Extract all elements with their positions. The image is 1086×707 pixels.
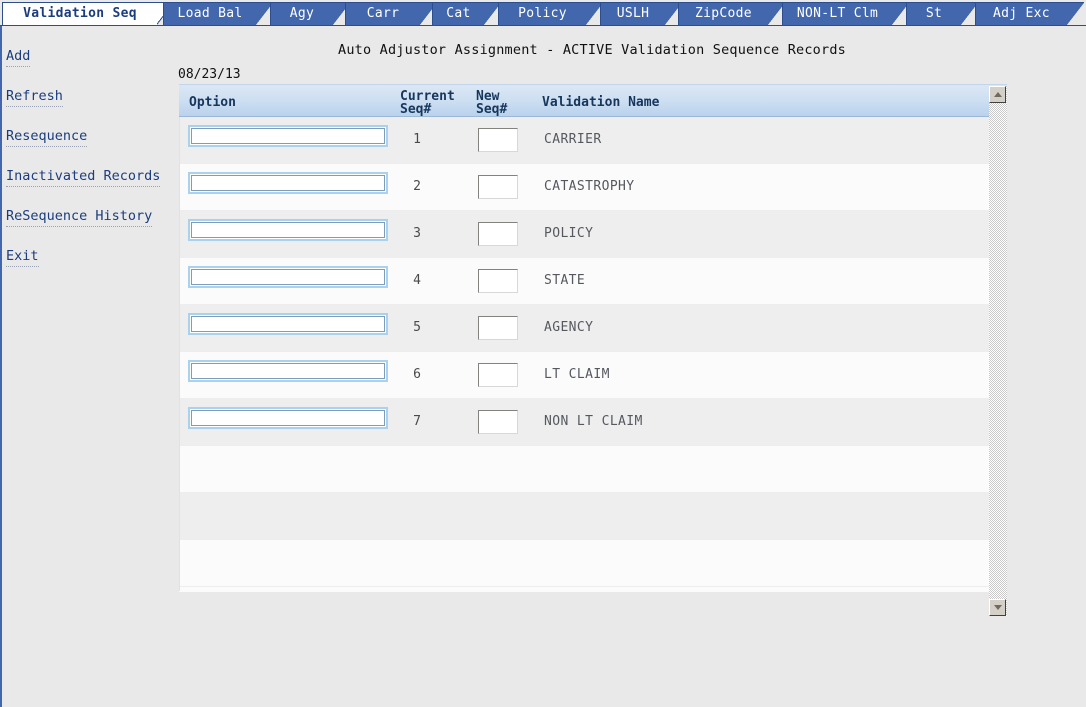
tab-label: Validation Seq bbox=[2, 2, 157, 25]
validation-name-value: POLICY bbox=[544, 226, 594, 241]
tab-label: ZipCode bbox=[678, 2, 768, 25]
tab-uslh[interactable]: USLH bbox=[600, 2, 682, 25]
new-seq-input[interactable] bbox=[478, 316, 518, 340]
option-dropdown[interactable] bbox=[188, 172, 388, 194]
sidebar-item-add[interactable]: Add bbox=[6, 48, 175, 88]
option-dropdown-value bbox=[191, 363, 385, 379]
option-dropdown-value bbox=[191, 410, 385, 426]
table-row: 3 POLICY bbox=[180, 211, 1007, 258]
current-seq-value: 1 bbox=[413, 132, 421, 147]
new-seq-input[interactable] bbox=[478, 128, 518, 152]
validation-name-value: STATE bbox=[544, 273, 586, 288]
column-header-new-seq: New Seq# bbox=[476, 90, 507, 116]
new-seq-input[interactable] bbox=[478, 269, 518, 293]
table-row-empty bbox=[180, 540, 1007, 587]
grid-vertical-scrollbar[interactable] bbox=[989, 86, 1007, 616]
option-dropdown-value bbox=[191, 175, 385, 191]
column-header-current-seq: Current Seq# bbox=[400, 90, 455, 116]
column-header-validation-name: Validation Name bbox=[542, 95, 660, 110]
tab-adj-exc[interactable]: Adj Exc bbox=[975, 2, 1084, 25]
sidebar-item-refresh[interactable]: Refresh bbox=[6, 88, 175, 128]
sidebar-item-exit[interactable]: Exit bbox=[6, 248, 175, 288]
sidebar-item-resequence[interactable]: Resequence bbox=[6, 128, 175, 168]
sidebar-item-resequence-history[interactable]: ReSequence History bbox=[6, 208, 175, 248]
tab-zipcode[interactable]: ZipCode bbox=[678, 2, 785, 25]
sidebar-item-label: Add bbox=[6, 48, 31, 67]
column-header-option: Option bbox=[189, 95, 236, 110]
sidebar-item-label: Inactivated Records bbox=[6, 168, 161, 187]
validation-sequence-grid: Option Current Seq# New Seq# Validation Na… bbox=[179, 84, 1007, 592]
tab-policy[interactable]: Policy bbox=[498, 2, 603, 25]
option-dropdown[interactable] bbox=[188, 219, 388, 241]
tab-label: USLH bbox=[600, 2, 665, 25]
tab-label: Carr bbox=[345, 2, 420, 25]
current-seq-value: 3 bbox=[413, 226, 421, 241]
current-seq-value: 6 bbox=[413, 367, 421, 382]
table-row: 4 STATE bbox=[180, 258, 1007, 305]
sidebar-menu: Add Refresh Resequence Inactivated Records R… bbox=[0, 48, 175, 288]
validation-name-value: CATASTROPHY bbox=[544, 179, 635, 194]
table-row: 6 LT CLAIM bbox=[180, 352, 1007, 399]
page-title: Auto Adjustor Assignment - ACTIVE Valida… bbox=[338, 42, 846, 58]
validation-name-value: LT CLAIM bbox=[544, 367, 610, 382]
column-header-current-seq-line2: Seq# bbox=[400, 102, 432, 117]
option-dropdown-value bbox=[191, 269, 385, 285]
tab-slant-edge bbox=[1067, 2, 1084, 25]
tab-validation-seq[interactable]: Validation Seq bbox=[2, 2, 174, 25]
tab-cat[interactable]: Cat bbox=[432, 2, 501, 25]
sidebar-item-label: Resequence bbox=[6, 128, 88, 147]
tab-label: Adj Exc bbox=[975, 2, 1067, 25]
new-seq-input[interactable] bbox=[478, 175, 518, 199]
current-seq-value: 5 bbox=[413, 320, 421, 335]
table-row: 7 NON LT CLAIM bbox=[180, 399, 1007, 446]
current-seq-value: 2 bbox=[413, 179, 421, 194]
table-row: 1 CARRIER bbox=[180, 117, 1007, 164]
new-seq-input[interactable] bbox=[478, 222, 518, 246]
new-seq-input[interactable] bbox=[478, 410, 518, 434]
tab-label: Policy bbox=[498, 2, 586, 25]
grid-body: 1 CARRIER 2 CATASTROPHY 3 POLICY 4 STATE 5 AGENCY… bbox=[179, 117, 1007, 591]
scroll-down-button[interactable] bbox=[989, 599, 1006, 616]
option-dropdown-value bbox=[191, 316, 385, 332]
tab-label: St bbox=[906, 2, 961, 25]
table-row: 5 AGENCY bbox=[180, 305, 1007, 352]
option-dropdown-value bbox=[191, 222, 385, 238]
tab-label: NON-LT Clm bbox=[782, 2, 892, 25]
option-dropdown[interactable] bbox=[188, 360, 388, 382]
validation-name-value: CARRIER bbox=[544, 132, 602, 147]
current-seq-value: 7 bbox=[413, 414, 421, 429]
option-dropdown[interactable] bbox=[188, 407, 388, 429]
option-dropdown[interactable] bbox=[188, 266, 388, 288]
page-frame: Add Refresh Resequence Inactivated Records R… bbox=[0, 25, 1086, 707]
option-dropdown[interactable] bbox=[188, 125, 388, 147]
sidebar-item-inactivated-records[interactable]: Inactivated Records bbox=[6, 168, 175, 208]
column-header-new-seq-line2: Seq# bbox=[476, 102, 508, 117]
table-row-empty bbox=[180, 493, 1007, 540]
validation-name-value: NON LT CLAIM bbox=[544, 414, 643, 429]
tab-bar: Validation Seq Load Bal Agy Carr Cat Policy US… bbox=[0, 0, 1086, 25]
tab-label: Agy bbox=[270, 2, 333, 25]
option-dropdown[interactable] bbox=[188, 313, 388, 335]
option-dropdown-value bbox=[191, 128, 385, 144]
new-seq-input[interactable] bbox=[478, 363, 518, 387]
tab-st[interactable]: St bbox=[906, 2, 978, 25]
validation-name-value: AGENCY bbox=[544, 320, 594, 335]
triangle-up-icon bbox=[993, 92, 1002, 97]
tab-non-lt-clm[interactable]: NON-LT Clm bbox=[782, 2, 909, 25]
table-row: 2 CATASTROPHY bbox=[180, 164, 1007, 211]
sidebar-item-label: ReSequence History bbox=[6, 208, 153, 227]
tab-label: Load Bal bbox=[163, 2, 256, 25]
tab-carr[interactable]: Carr bbox=[345, 2, 437, 25]
current-date: 08/23/13 bbox=[178, 67, 241, 82]
tab-agy[interactable]: Agy bbox=[270, 2, 350, 25]
tab-label: Cat bbox=[432, 2, 484, 25]
table-row-empty bbox=[180, 446, 1007, 493]
sidebar-item-label: Refresh bbox=[6, 88, 63, 107]
sidebar-item-label: Exit bbox=[6, 248, 39, 267]
tab-load-bal[interactable]: Load Bal bbox=[163, 2, 273, 25]
triangle-down-icon bbox=[993, 605, 1002, 610]
current-seq-value: 4 bbox=[413, 273, 421, 288]
grid-header-row: Option Current Seq# New Seq# Validation Na… bbox=[179, 84, 1007, 117]
scroll-up-button[interactable] bbox=[989, 86, 1006, 103]
